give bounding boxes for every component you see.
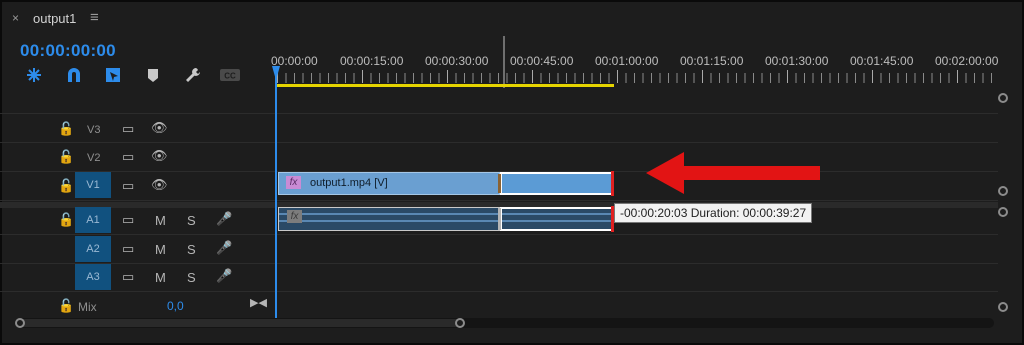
linked-selection-icon[interactable] — [102, 64, 124, 86]
audio-edit-point[interactable] — [498, 208, 501, 230]
ruler-label: 00:01:00:00 — [595, 54, 659, 68]
magnet-snap-icon[interactable] — [63, 64, 85, 86]
audio-fx-badge-icon: fx — [287, 210, 302, 223]
svg-text:CC: CC — [224, 72, 236, 81]
mute-button[interactable]: M — [155, 213, 166, 228]
work-area-bar[interactable] — [277, 84, 614, 87]
audio-clip-output1[interactable] — [278, 207, 500, 231]
ruler-label: 00:01:30:00 — [765, 54, 829, 68]
mix-volume-value[interactable]: 0,0 — [167, 299, 184, 313]
track-separator — [0, 263, 998, 264]
track-label-v2[interactable]: V2 — [87, 152, 100, 164]
mix-pan-icon[interactable]: ▶◀ — [250, 296, 267, 309]
eye-visibility-icon[interactable]: 👁 — [151, 148, 168, 164]
track-separator — [0, 200, 998, 201]
solo-button[interactable]: S — [187, 270, 196, 285]
snap-insert-icon[interactable] — [23, 64, 45, 86]
video-scroll-top-handle[interactable] — [998, 93, 1008, 103]
sequence-tab-title[interactable]: output1 — [33, 11, 76, 26]
ruler-label: 00:00:45:00 — [510, 54, 574, 68]
playhead-handle[interactable] — [272, 66, 280, 80]
source-patch-a2[interactable]: A2 — [75, 236, 111, 262]
solo-button[interactable]: S — [187, 242, 196, 257]
audio-clip-trim-preview[interactable] — [500, 207, 613, 231]
trim-out-edge[interactable] — [611, 171, 614, 196]
audio-waveform-line — [279, 213, 499, 215]
clip-edit-point[interactable] — [498, 174, 501, 193]
ruler-label: 00:00:30:00 — [425, 54, 489, 68]
add-marker-icon[interactable] — [142, 64, 164, 86]
track-label-v1: V1 — [86, 179, 100, 191]
voiceover-mic-icon[interactable]: 🎤 — [216, 211, 232, 227]
track-lock-icon[interactable]: 🔓 — [58, 298, 74, 314]
ruler-label: 00:02:00:00 — [935, 54, 999, 68]
mute-button[interactable]: M — [155, 242, 166, 257]
zoom-left-handle[interactable] — [15, 318, 25, 328]
ruler-label: 00:01:15:00 — [680, 54, 744, 68]
playhead-timecode[interactable]: 00:00:00:00 — [20, 41, 116, 61]
audio-scroll-bottom-handle[interactable] — [998, 302, 1008, 312]
track-lock-icon[interactable]: 🔓 — [58, 178, 74, 194]
eye-visibility-icon[interactable]: 👁 — [151, 120, 168, 136]
video-clip-name: output1.mp4 [V] — [310, 177, 388, 189]
track-label-v3[interactable]: V3 — [87, 124, 100, 136]
sync-lock-icon[interactable]: ▭ — [122, 241, 134, 257]
source-patch-a1[interactable]: A1 — [75, 207, 111, 233]
audio-waveform-line — [502, 213, 611, 215]
source-patch-v1[interactable]: V1 — [75, 172, 111, 198]
captions-icon[interactable]: CC — [219, 64, 241, 86]
eye-visibility-icon[interactable]: 👁 — [151, 177, 168, 193]
sync-lock-icon[interactable]: ▭ — [122, 269, 134, 285]
audio-waveform-line — [502, 220, 611, 222]
track-lock-icon[interactable]: 🔓 — [58, 212, 74, 228]
ruler-major-ticks — [277, 70, 997, 83]
track-separator — [0, 234, 998, 235]
close-tab-icon[interactable]: × — [12, 11, 19, 25]
sync-lock-icon[interactable]: ▭ — [122, 212, 134, 228]
wrench-settings-icon[interactable] — [182, 64, 204, 86]
panel-menu-icon[interactable]: ≡ — [90, 9, 99, 26]
sync-lock-icon[interactable]: ▭ — [122, 178, 134, 194]
solo-button[interactable]: S — [187, 213, 196, 228]
mix-label: Mix — [78, 300, 97, 314]
ruler-label: 00:00:15:00 — [340, 54, 404, 68]
track-separator — [0, 291, 998, 292]
track-lock-icon[interactable]: 🔓 — [58, 121, 74, 137]
track-separator — [0, 113, 998, 114]
playhead-line[interactable] — [275, 66, 277, 320]
track-label-a2: A2 — [86, 243, 100, 255]
ruler-label: 00:01:45:00 — [850, 54, 914, 68]
track-lock-icon[interactable]: 🔓 — [58, 149, 74, 165]
sync-lock-icon[interactable]: ▭ — [122, 121, 134, 137]
sync-lock-icon[interactable]: ▭ — [122, 149, 134, 165]
video-clip-trim-preview[interactable] — [500, 172, 613, 195]
voiceover-mic-icon[interactable]: 🎤 — [216, 240, 232, 256]
track-separator — [0, 142, 998, 143]
red-arrow-annotation — [646, 152, 820, 194]
trim-tooltip: -00:00:20:03 Duration: 00:00:39:27 — [614, 203, 813, 223]
voiceover-mic-icon[interactable]: 🎤 — [216, 268, 232, 284]
track-label-a3: A3 — [86, 271, 100, 283]
zoom-scrollbar-thumb[interactable] — [18, 319, 464, 327]
fx-badge-icon: fx — [286, 176, 301, 189]
zoom-right-handle[interactable] — [455, 318, 465, 328]
video-scroll-bottom-handle[interactable] — [998, 186, 1008, 196]
source-patch-a3[interactable]: A3 — [75, 264, 111, 290]
track-label-a1: A1 — [86, 214, 100, 226]
mute-button[interactable]: M — [155, 270, 166, 285]
audio-scroll-top-handle[interactable] — [998, 207, 1008, 217]
audio-waveform-line — [279, 220, 499, 222]
